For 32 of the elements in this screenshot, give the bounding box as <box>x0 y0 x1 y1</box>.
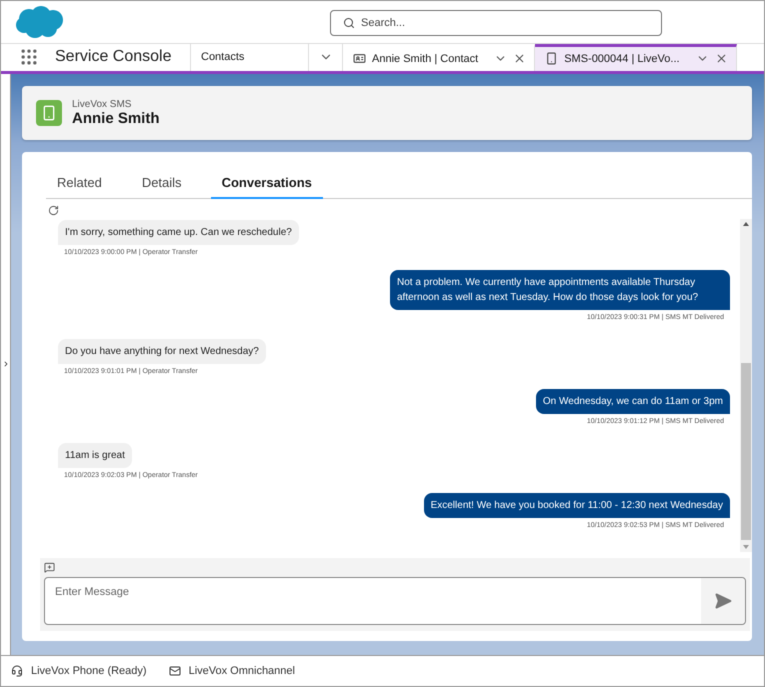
headset-icon <box>11 664 23 677</box>
scrollbar[interactable] <box>740 218 752 552</box>
outgoing-message: On Wednesday, we can do 11am or 3pm <box>536 388 730 414</box>
tab[interactable]: Related <box>46 170 113 199</box>
outgoing-message: Not a problem. We currently have appointments available Thursday afternoon as well as next Tuesday. How do those days look for you? <box>390 270 730 310</box>
record-name: Annie Smith <box>72 110 160 127</box>
utility-item[interactable]: LiveVox Phone (Ready) <box>11 664 147 677</box>
close-icon[interactable] <box>513 52 526 66</box>
send-button[interactable] <box>701 578 745 624</box>
navigation-tab[interactable]: Contacts <box>191 44 309 71</box>
send-icon <box>714 592 732 610</box>
search-icon <box>343 17 355 29</box>
close-icon[interactable] <box>714 52 728 66</box>
tab[interactable]: Conversations <box>210 170 323 199</box>
add-note-icon[interactable] <box>44 562 55 573</box>
phone-icon <box>545 52 558 66</box>
incoming-message: Do you have anything for next Wednesday? <box>58 338 266 364</box>
contact-card-icon <box>353 52 366 66</box>
app-name: Service Console <box>55 48 172 66</box>
search-field[interactable]: Search... <box>330 10 662 36</box>
incoming-message: 11am is great <box>58 442 132 468</box>
utility-item[interactable]: LiveVox Omnichannel <box>168 664 295 677</box>
workspace-tab[interactable]: SMS-000044 | LiveVo... <box>535 44 737 71</box>
refresh-icon[interactable] <box>48 204 59 216</box>
phone-icon <box>36 100 62 126</box>
tab[interactable]: Details <box>130 170 193 199</box>
mail-icon <box>168 664 181 677</box>
app-launcher-icon[interactable] <box>19 47 39 68</box>
outgoing-message: Excellent! We have you booked for 11:00 - 12:30 next Wednesday <box>424 492 730 518</box>
cloud-logo <box>15 4 65 39</box>
incoming-message: I'm sorry, something came up. Can we reschedule? <box>58 220 299 245</box>
record-type: LiveVox SMS <box>72 98 132 110</box>
